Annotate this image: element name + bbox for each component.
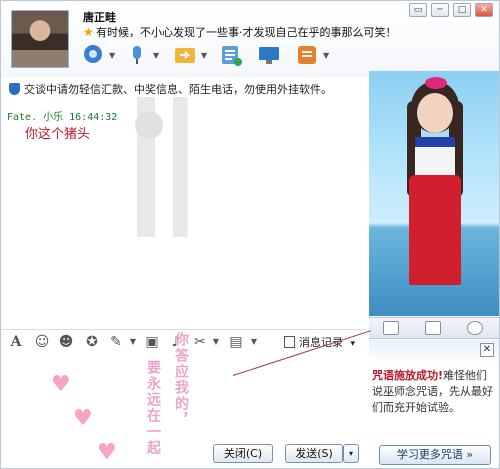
heart-icon: ♥ <box>51 372 71 397</box>
close-button[interactable]: 关闭(C) <box>213 444 273 463</box>
ad-text: 咒语施放成功!难怪他们说巫师念咒语，先从最好们而充开始试验。 <box>372 368 497 416</box>
chevron-down-icon[interactable]: ▼ <box>323 51 329 60</box>
chevron-down-icon[interactable]: ▾ <box>351 339 356 349</box>
chevron-down-icon[interactable]: ▼ <box>109 51 115 60</box>
send-button[interactable]: 发送(S) <box>285 444 343 463</box>
chevron-down-icon[interactable]: ▼ <box>153 51 159 60</box>
heart-icon: ♥ <box>73 406 93 431</box>
magic-emoji-icon[interactable]: ☻ <box>57 333 75 351</box>
chat-header: 唐正畦 ★ 有时候，不小心发现了一些事·才发现自己在乎的事那么可笑！ ▭ ─ □… <box>1 1 499 77</box>
shield-icon <box>9 83 20 95</box>
background-figure <box>101 97 221 237</box>
tab-show-icon[interactable] <box>383 321 399 335</box>
decoration-text-right: 你答应我的， <box>173 332 189 428</box>
security-warning: 交谈中请勿轻信汇款、中奖信息、陌生电话，勿使用外挂软件。 <box>9 81 332 97</box>
contact-avatar[interactable] <box>11 10 69 68</box>
skin-button[interactable]: ▭ <box>409 3 427 17</box>
tab-grid-icon[interactable] <box>425 321 441 335</box>
ad-panel: ✕ 咒语施放成功!难怪他们说巫师念咒语，先从最好们而充开始试验。 学习更多咒语 … <box>369 340 499 468</box>
decoration-text-left: 要永远在一起 <box>145 360 161 456</box>
minimize-button[interactable]: ─ <box>431 3 449 17</box>
send-options-button[interactable]: ▾ <box>343 444 359 463</box>
message-history[interactable]: Fate. 小乐 16:44:32 你这个猪头 <box>1 97 367 325</box>
message-input[interactable]: ♥ ♥ ♥ 要永远在一起 你答应我的， <box>3 332 367 465</box>
heart-icon: ♥ <box>97 440 117 465</box>
ad-headline: 咒语施放成功! <box>372 369 444 382</box>
file-transfer-icon[interactable] <box>173 43 197 67</box>
security-warning-text: 交谈中请勿轻信汇款、中奖信息、陌生电话，勿使用外挂软件。 <box>24 83 332 96</box>
star-icon: ★ <box>83 25 94 39</box>
toolbox-icon[interactable]: ▤ <box>227 333 245 351</box>
chat-window: 唐正畦 ★ 有时候，不小心发现了一些事·才发现自己在乎的事那么可笑！ ▭ ─ □… <box>0 0 500 469</box>
chevron-down-icon[interactable]: ▼ <box>245 333 263 351</box>
chevron-down-icon[interactable]: ▼ <box>201 51 207 60</box>
history-icon <box>284 336 295 348</box>
tab-profile-icon[interactable] <box>467 321 483 335</box>
contact-signature: 有时候，不小心发现了一些事·才发现自己在乎的事那么可笑！ <box>96 26 397 39</box>
maximize-button[interactable]: □ <box>453 3 471 17</box>
side-panel-tabs <box>369 317 499 339</box>
app-list-icon[interactable] <box>219 43 243 67</box>
video-call-icon[interactable] <box>81 43 105 67</box>
more-apps-icon[interactable] <box>295 43 319 67</box>
nudge-icon[interactable]: ✪ <box>83 333 101 351</box>
font-icon[interactable]: A <box>7 333 25 351</box>
image-icon[interactable]: ▣ <box>143 333 161 351</box>
voice-call-icon[interactable] <box>125 43 149 67</box>
contact-nickname[interactable]: 唐正畦 <box>83 9 116 25</box>
remote-assist-icon[interactable] <box>257 43 281 67</box>
contact-show-image <box>369 71 499 316</box>
doodle-icon[interactable]: ✎ <box>107 333 125 351</box>
learn-more-button[interactable]: 学习更多咒语 » <box>379 445 491 465</box>
ad-header: ✕ <box>369 340 499 364</box>
message-text: 你这个猪头 <box>25 127 91 142</box>
emoji-icon[interactable]: ☺ <box>33 333 51 351</box>
chevron-down-icon[interactable]: ▼ <box>207 333 225 351</box>
chevron-down-icon[interactable]: ▼ <box>124 333 142 351</box>
close-window-button[interactable]: ✕ <box>475 3 493 17</box>
message-meta: Fate. 小乐 16:44:32 <box>7 112 118 123</box>
close-icon[interactable]: ✕ <box>480 343 494 357</box>
